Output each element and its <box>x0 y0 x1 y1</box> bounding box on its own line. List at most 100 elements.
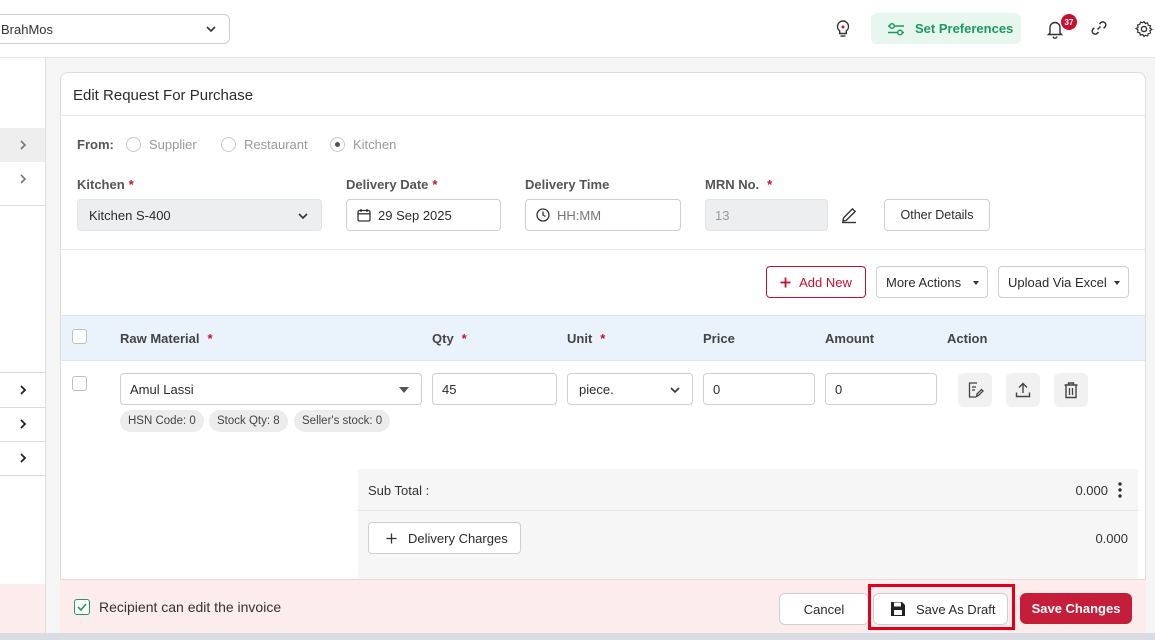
delivery-date-value: 29 Sep 2025 <box>378 207 452 223</box>
amount-input[interactable]: 0 <box>825 373 937 405</box>
sidebar-footer <box>0 584 45 634</box>
set-preferences-button[interactable]: Set Preferences <box>871 13 1021 44</box>
radio-circle <box>221 137 236 152</box>
delivery-date-label: Delivery Date * <box>346 177 438 192</box>
price-input[interactable]: 0 <box>703 373 815 405</box>
delivery-date-field[interactable]: 29 Sep 2025 <box>346 199 501 231</box>
sidebar-divider <box>0 475 45 476</box>
radio-kitchen[interactable]: Kitchen <box>330 137 396 152</box>
mrn-number-value: 13 <box>715 207 730 223</box>
upload-via-excel-dropdown[interactable]: Upload Via Excel <box>998 266 1129 298</box>
sidebar-item-expand[interactable] <box>0 441 45 475</box>
chevron-right-icon <box>20 419 27 429</box>
chevron-down-icon <box>206 26 216 33</box>
cancel-button[interactable]: Cancel <box>779 593 869 625</box>
column-header-amount: Amount <box>825 331 875 346</box>
sidebar-divider <box>0 205 45 206</box>
column-header-price: Price <box>703 331 735 346</box>
upload-via-excel-label: Upload Via Excel <box>1008 274 1107 290</box>
edit-purchase-card: Edit Request For Purchase From: Supplier… <box>60 72 1146 640</box>
delivery-charges-label: Delivery Charges <box>408 530 508 546</box>
link-icon[interactable] <box>1090 19 1108 37</box>
amount-value: 0 <box>835 381 843 397</box>
chevron-right-icon <box>20 140 27 150</box>
sidebar-item-expand[interactable] <box>0 162 45 196</box>
upload-button[interactable] <box>1006 373 1040 407</box>
save-changes-button[interactable]: Save Changes <box>1020 593 1132 624</box>
kitchen-select-value: Kitchen S-400 <box>89 207 171 223</box>
recipient-edit-label: Recipient can edit the invoice <box>99 599 282 615</box>
column-header-raw-material: Raw Material * <box>120 331 213 346</box>
caret-down-icon <box>973 281 979 285</box>
divider <box>61 249 1145 250</box>
notification-badge: 37 <box>1061 14 1077 30</box>
pencil-icon[interactable] <box>840 206 858 224</box>
edit-note-button[interactable] <box>958 373 992 407</box>
set-preferences-label: Set Preferences <box>915 21 1014 36</box>
chevron-right-icon <box>20 385 27 395</box>
stock-qty-chip: Stock Qty: 8 <box>209 410 288 432</box>
sidebar-item-expand[interactable] <box>0 407 45 441</box>
radio-restaurant[interactable]: Restaurant <box>221 137 308 152</box>
radio-label: Kitchen <box>353 137 397 152</box>
radio-supplier[interactable]: Supplier <box>126 137 197 152</box>
more-vertical-icon[interactable] <box>1118 482 1122 498</box>
add-new-label: Add New <box>799 274 852 290</box>
chevron-down-icon <box>298 213 308 220</box>
mrn-number-field[interactable]: 13 <box>705 199 828 231</box>
clock-icon <box>536 208 550 222</box>
sliders-icon <box>888 22 904 36</box>
column-header-qty: Qty * <box>432 331 467 346</box>
sub-total-label: Sub Total : <box>368 483 430 498</box>
add-new-button[interactable]: Add New <box>766 266 866 298</box>
form-footer: Recipient can edit the invoice Cancel Sa… <box>60 579 1146 635</box>
plus-icon <box>386 533 397 543</box>
mrn-label: MRN No. * <box>705 177 773 192</box>
lightbulb-icon[interactable] <box>834 19 852 39</box>
radio-circle <box>126 137 141 152</box>
other-details-button[interactable]: Other Details <box>884 199 990 231</box>
row-checkbox[interactable] <box>72 376 87 391</box>
chevron-down-icon <box>670 387 680 394</box>
recipient-edit-checkbox[interactable] <box>74 599 90 615</box>
raw-material-select[interactable]: Amul Lassi <box>120 373 422 405</box>
caret-down-icon <box>1114 281 1120 285</box>
checkmark-icon <box>77 603 87 611</box>
outlet-select-value: BrahMos <box>1 21 54 37</box>
qty-input[interactable]: 45 <box>432 373 557 405</box>
more-actions-label: More Actions <box>886 274 962 290</box>
sidebar-item-expand[interactable] <box>0 373 45 407</box>
radio-label: Supplier <box>149 137 197 152</box>
delivery-charges-button[interactable]: Delivery Charges <box>368 522 521 554</box>
save-as-draft-button[interactable]: Save As Draft <box>873 593 1008 625</box>
divider <box>61 115 1145 116</box>
radio-label: Restaurant <box>244 137 308 152</box>
page-title: Edit Request For Purchase <box>73 87 254 104</box>
window-bottom-strip <box>0 633 1155 640</box>
qty-value: 45 <box>442 381 457 397</box>
column-header-action: Action <box>947 331 988 346</box>
sub-total-row: Sub Total : 0.000 <box>358 469 1138 511</box>
more-actions-dropdown[interactable]: More Actions <box>876 266 988 298</box>
kitchen-label: Kitchen * <box>77 177 134 192</box>
sidebar-item-expand[interactable] <box>0 128 45 162</box>
trash-icon <box>1064 382 1078 399</box>
delete-button[interactable] <box>1054 373 1088 407</box>
delivery-time-field[interactable]: HH:MM <box>525 199 681 231</box>
sub-total-value: 0.000 <box>1075 483 1108 498</box>
raw-material-value: Amul Lassi <box>130 381 194 397</box>
plus-icon <box>780 277 791 287</box>
edit-note-icon <box>968 382 984 398</box>
select-all-checkbox[interactable] <box>72 329 87 344</box>
save-as-draft-label: Save As Draft <box>916 601 996 617</box>
radio-circle-selected <box>330 137 345 152</box>
column-header-unit: Unit * <box>567 331 606 346</box>
gear-icon[interactable] <box>1135 20 1153 38</box>
kitchen-select[interactable]: Kitchen S-400 <box>77 199 322 231</box>
caret-down-icon <box>399 387 409 393</box>
unit-select[interactable]: piece. <box>567 373 693 405</box>
outlet-select[interactable]: BrahMos <box>0 14 230 44</box>
chevron-right-icon <box>20 453 27 463</box>
table-header: Raw Material * Qty * Unit * Price Amount Ac… <box>61 315 1145 361</box>
top-bar: BrahMos Set Preferences 37 <box>0 0 1155 58</box>
